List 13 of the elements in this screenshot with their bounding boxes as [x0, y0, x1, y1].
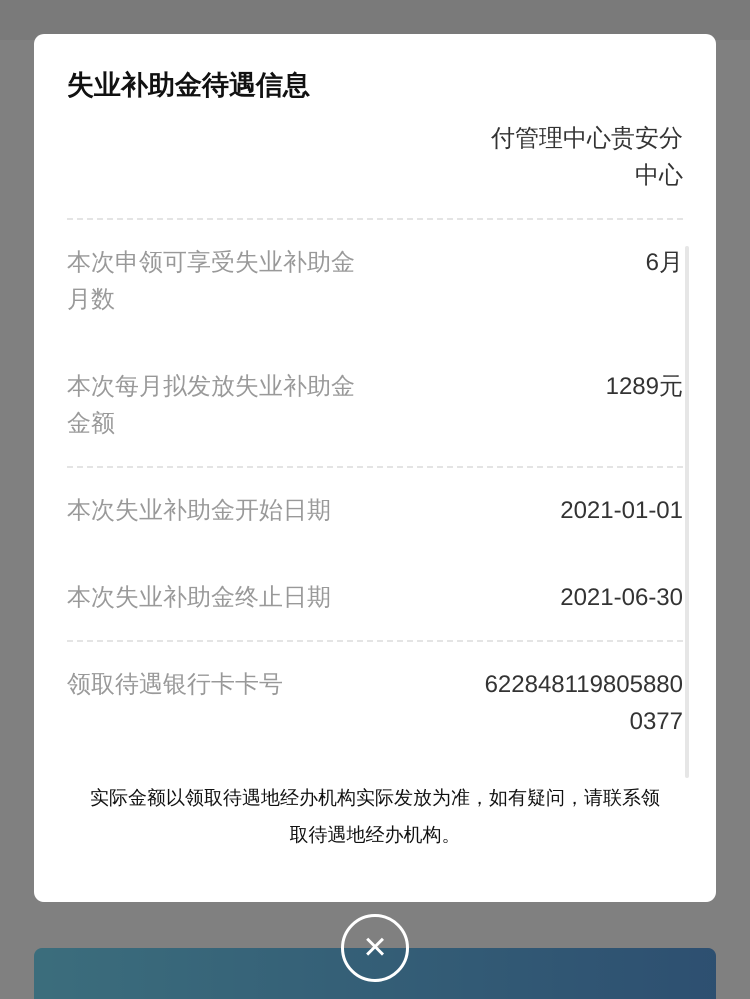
field-label: 领取待遇银行卡卡号 [67, 670, 284, 700]
field-value: 6228481198058800377 [484, 670, 683, 737]
field-value: 1289元 [604, 372, 683, 402]
field-label: 本次每月拟发放失业补助金金额 [67, 372, 356, 439]
notice-text: 实际金额以领取待遇地经办机构实际发放为准，如有疑问，请联系领取待遇地经办机构。 [89, 787, 661, 848]
dialog-title: 失业补助金待遇信息 [66, 69, 311, 102]
field-label: 本次失业补助金开始日期 [67, 496, 332, 526]
field-label: 本次失业补助金终止日期 [67, 583, 332, 613]
field-value: 6月 [644, 248, 683, 278]
field-value: 2021-01-01 [559, 496, 683, 526]
field-value: 2021-06-30 [559, 583, 683, 613]
field-label: 本次申领可享受失业补助金月数 [67, 248, 356, 315]
field-value: 付管理中心贵安分中心 [490, 124, 683, 191]
